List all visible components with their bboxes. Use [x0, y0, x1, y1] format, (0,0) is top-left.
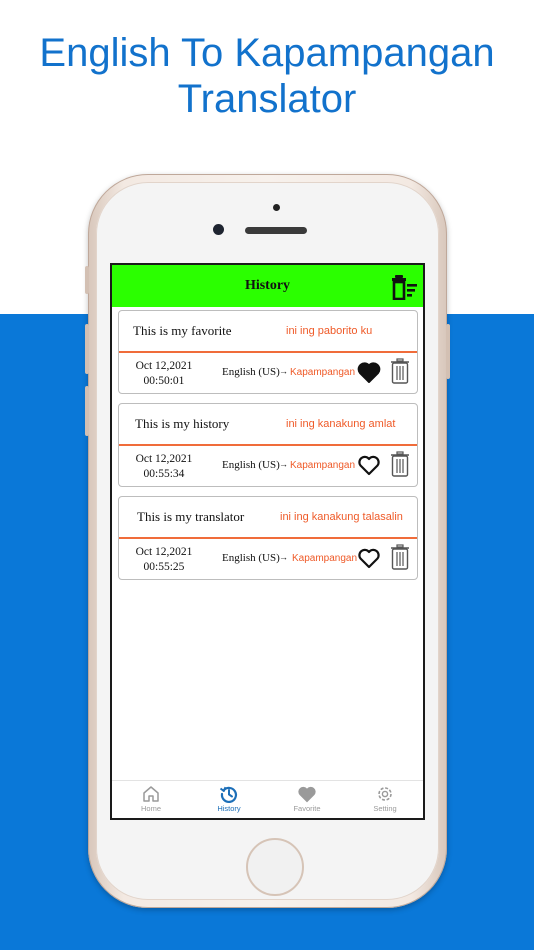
home-icon	[143, 786, 159, 802]
tab-label: Setting	[373, 804, 397, 813]
direction-arrow: →	[279, 459, 288, 469]
tab-label: Home	[140, 804, 161, 813]
card-divider	[119, 537, 417, 539]
history-icon	[219, 786, 238, 803]
trash-icon[interactable]	[389, 544, 411, 570]
source-language: English (US)	[222, 459, 280, 471]
timestamp: Oct 12,2021 00:55:25	[131, 545, 197, 575]
card-divider	[119, 351, 417, 353]
bottom-tab-bar: Home History Favorite Setting	[112, 780, 423, 818]
volume-up-button	[85, 324, 89, 374]
mute-switch	[85, 266, 89, 294]
target-language: Kapampangan	[292, 553, 358, 564]
history-card[interactable]: This is my history ini ing kanakung amla…	[118, 403, 418, 487]
card-divider	[119, 444, 417, 446]
direction-arrow: →	[279, 552, 288, 562]
heart-outline-icon[interactable]	[357, 547, 381, 569]
history-card[interactable]: This is my translator ini ing kanakung t…	[118, 496, 418, 580]
timestamp: Oct 12,2021 00:50:01	[131, 359, 197, 389]
history-card[interactable]: This is my favorite ini ing paborito ku …	[118, 310, 418, 394]
date-text: Oct 12,2021	[135, 360, 193, 372]
tab-setting[interactable]: Setting	[346, 784, 423, 818]
target-language: Kapampangan	[290, 367, 356, 378]
time-text: 00:55:25	[143, 561, 185, 573]
translated-text: ini ing kanakung talasalin	[280, 511, 403, 523]
front-camera	[213, 224, 224, 235]
app-header: History	[112, 265, 423, 307]
date-text: Oct 12,2021	[135, 546, 193, 558]
promo-headline: English To Kapampangan Translator	[0, 30, 534, 122]
power-button	[446, 324, 450, 379]
tab-favorite[interactable]: Favorite	[268, 784, 346, 818]
tab-home[interactable]: Home	[112, 784, 190, 818]
heart-icon[interactable]	[357, 361, 381, 383]
earpiece-speaker	[245, 227, 307, 234]
trash-icon[interactable]	[389, 451, 411, 477]
heart-icon	[298, 786, 316, 803]
target-language: Kapampangan	[290, 460, 356, 471]
gear-icon	[378, 787, 392, 801]
volume-down-button	[85, 386, 89, 436]
trash-icon[interactable]	[389, 358, 411, 384]
source-language: English (US)	[222, 366, 280, 378]
date-text: Oct 12,2021	[135, 453, 193, 465]
heart-outline-icon[interactable]	[357, 454, 381, 476]
time-text: 00:55:34	[143, 468, 185, 480]
source-text: This is my translator	[137, 509, 245, 524]
tab-label: Favorite	[293, 804, 321, 813]
translated-text: ini ing paborito ku	[286, 325, 373, 337]
timestamp: Oct 12,2021 00:55:34	[131, 452, 197, 482]
home-button[interactable]	[246, 838, 304, 896]
tab-history[interactable]: History	[190, 784, 268, 818]
app-screen: History This is my favorite ini ing pabo…	[110, 263, 425, 820]
source-language: English (US)	[222, 552, 280, 564]
headline-line-2: Translator	[177, 77, 357, 121]
delete-list-icon[interactable]	[391, 274, 419, 300]
time-text: 00:50:01	[143, 375, 185, 387]
page-title: History	[244, 278, 291, 293]
proximity-sensor	[273, 204, 280, 211]
direction-arrow: →	[279, 366, 288, 376]
headline-line-1: English To Kapampangan	[39, 31, 495, 75]
translated-text: ini ing kanakung amlat	[286, 418, 396, 430]
source-text: This is my history	[135, 416, 230, 431]
source-text: This is my favorite	[133, 323, 232, 338]
tab-label: History	[217, 804, 241, 813]
